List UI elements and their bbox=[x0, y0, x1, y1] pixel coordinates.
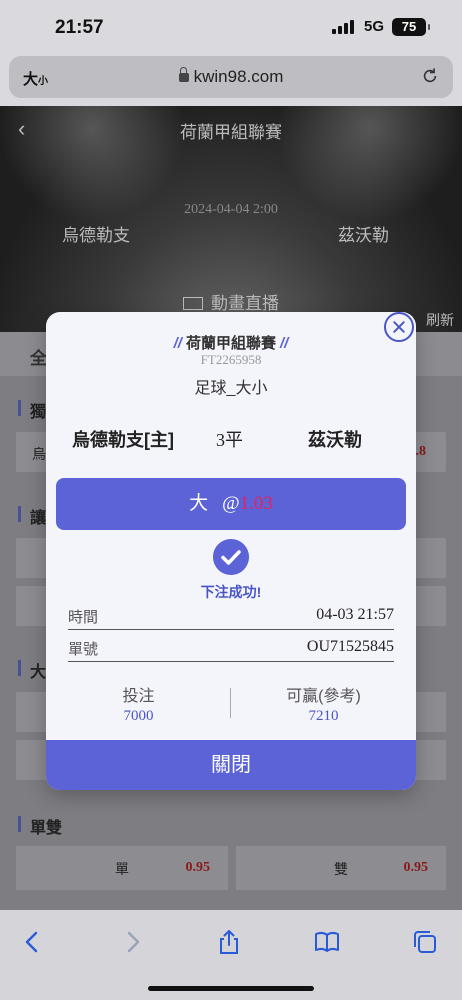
dialog-handicap: 3平 bbox=[216, 430, 243, 450]
browser-back-icon[interactable] bbox=[19, 928, 47, 956]
dialog-league-name: 荷蘭甲組聯賽 bbox=[185, 335, 276, 352]
home-indicator bbox=[148, 986, 314, 991]
refresh-button[interactable]: 刷新 bbox=[426, 310, 454, 330]
battery-icon: 75 bbox=[392, 18, 430, 36]
stake-value: 7000 bbox=[123, 708, 154, 724]
section-header: 大 bbox=[17, 658, 46, 682]
hero-away-team: 茲沃勒 bbox=[338, 226, 389, 245]
time-label: 時間 bbox=[68, 609, 99, 626]
stake-label: 投注 bbox=[122, 688, 155, 705]
dialog-home-team: 烏德勒支[主] bbox=[72, 430, 174, 450]
row-odds: .8 bbox=[415, 444, 427, 459]
dialog-away-team: 茲沃勒 bbox=[308, 430, 362, 450]
bookmarks-icon[interactable] bbox=[313, 928, 341, 956]
url-display[interactable]: kwin98.com bbox=[9, 67, 453, 87]
tabs-icon[interactable] bbox=[411, 928, 439, 956]
order-number: OU71525845 bbox=[306, 638, 394, 655]
payout-stat: 可贏(參考) 7210 bbox=[231, 682, 416, 725]
match-header: ‹ 荷蘭甲組聯賽 2024-04-04 2:00 烏德勒支 茲沃勒 動畫直播 刷… bbox=[0, 106, 462, 332]
hero-league: 荷蘭甲組聯賽 bbox=[180, 123, 282, 142]
reload-icon[interactable] bbox=[421, 67, 439, 85]
order-row: 單號 OU71525845 bbox=[68, 634, 394, 662]
checkmark-icon bbox=[213, 539, 249, 575]
close-dialog-button[interactable]: 關閉 bbox=[46, 740, 416, 790]
pick-label: 大 bbox=[189, 493, 209, 514]
pick-odds: 1.03 bbox=[239, 493, 273, 514]
live-animation-button[interactable]: 動畫直播 bbox=[0, 289, 462, 314]
share-icon[interactable] bbox=[215, 928, 243, 956]
browser-forward-icon[interactable] bbox=[118, 928, 146, 956]
url-text: kwin98.com bbox=[193, 67, 284, 86]
live-label: 動畫直播 bbox=[211, 294, 279, 313]
odd-button[interactable]: 單 0.95 bbox=[16, 846, 228, 890]
selected-pick: 大 @1.03 bbox=[56, 478, 406, 530]
network-type: 5G bbox=[364, 18, 385, 35]
even-odds: 0.95 bbox=[403, 860, 429, 875]
tab-all[interactable]: 全 bbox=[30, 344, 47, 369]
signal-icon bbox=[332, 20, 356, 34]
url-field[interactable]: 大小 kwin98.com bbox=[9, 56, 453, 98]
bet-type: 足球_大小 bbox=[194, 380, 268, 397]
section-header: 讓 bbox=[17, 504, 46, 528]
league-deco-right: // bbox=[280, 335, 289, 352]
status-bar: 21:57 5G 75 bbox=[0, 0, 462, 52]
order-label: 單號 bbox=[68, 641, 99, 658]
dialog-league: //荷蘭甲組聯賽// bbox=[46, 332, 416, 353]
tv-icon bbox=[183, 297, 203, 310]
odd-odds: 0.95 bbox=[185, 860, 211, 875]
bet-confirmation-dialog: //荷蘭甲組聯賽// FT2265958 足球_大小 烏德勒支[主] 3平 茲沃… bbox=[46, 312, 416, 790]
payout-label: 可贏(參考) bbox=[286, 688, 361, 705]
stake-stat: 投注 7000 bbox=[46, 682, 231, 725]
bet-code: FT2265958 bbox=[200, 352, 262, 367]
address-bar: 大小 kwin98.com bbox=[0, 52, 462, 106]
close-circle-icon[interactable] bbox=[384, 312, 414, 342]
hero-home-team: 烏德勒支 bbox=[62, 226, 130, 245]
status-time: 21:57 bbox=[55, 17, 104, 38]
pick-at: @ bbox=[222, 493, 240, 514]
match-datetime: 2024-04-04 2:00 bbox=[184, 202, 278, 217]
section-header: 獨 bbox=[17, 398, 46, 422]
league-deco-left: // bbox=[173, 335, 182, 352]
even-button[interactable]: 雙 0.95 bbox=[236, 846, 446, 890]
time-value: 04-03 21:57 bbox=[316, 606, 394, 623]
time-row: 時間 04-03 21:57 bbox=[68, 602, 394, 630]
row-label: 烏 bbox=[32, 446, 46, 462]
lock-icon bbox=[178, 67, 189, 82]
payout-value: 7210 bbox=[308, 708, 339, 724]
success-message: 下注成功! bbox=[200, 584, 262, 600]
section-header: 單雙 bbox=[17, 814, 62, 838]
